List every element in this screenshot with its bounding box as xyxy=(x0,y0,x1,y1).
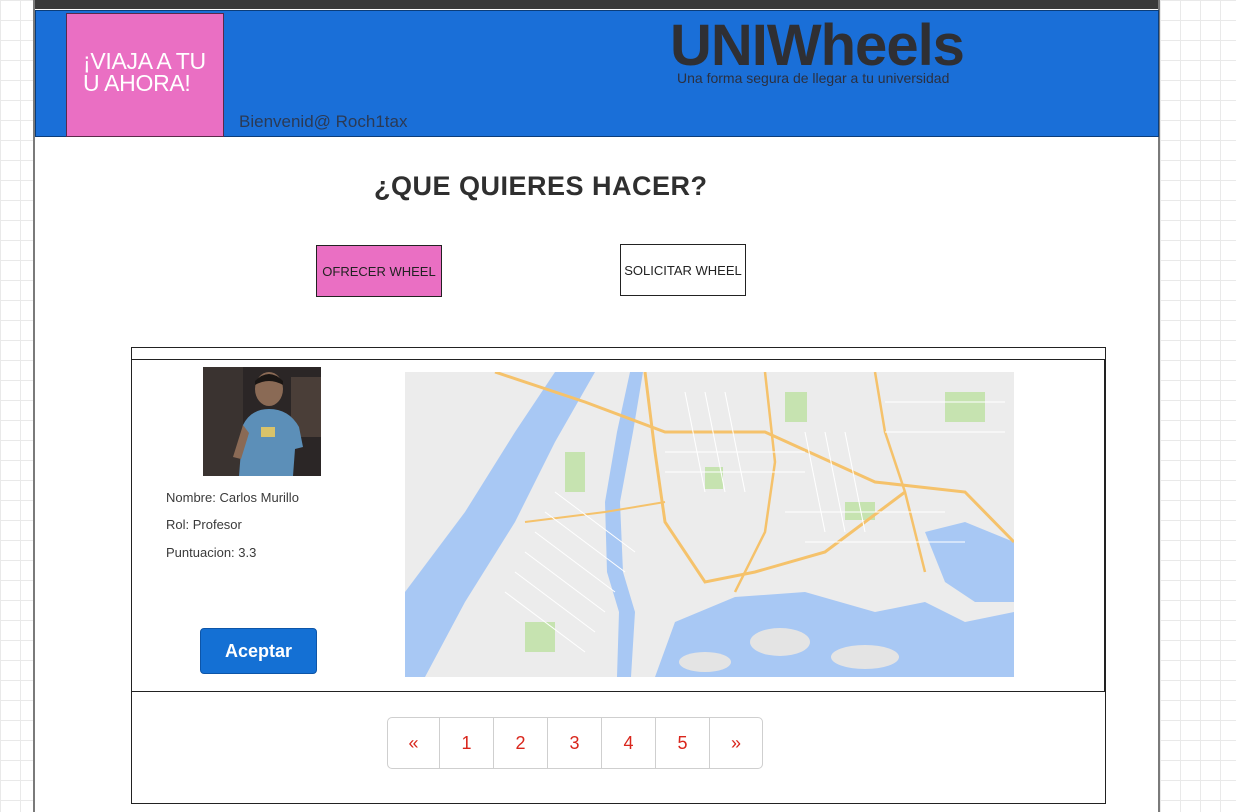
route-map[interactable] xyxy=(405,370,1016,677)
promo-text: ¡VIAJA A TU U AHORA! xyxy=(83,48,206,96)
accept-button[interactable]: Aceptar xyxy=(200,628,317,674)
pagination-page-3[interactable]: 3 xyxy=(548,718,602,768)
top-bar xyxy=(35,0,1158,9)
welcome-message: Bienvenid@ Roch1tax xyxy=(239,112,408,131)
site-header: ¡VIAJA A TU U AHORA! Bienvenid@ Roch1tax… xyxy=(35,10,1159,137)
pagination-prev[interactable]: « xyxy=(388,718,440,768)
brand-subtitle: Una forma segura de llegar a tu universi… xyxy=(677,70,950,86)
driver-score: Puntuacion: 3.3 xyxy=(166,545,257,560)
ride-card-body: Nombre: Carlos Murillo Rol: Profesor Pun… xyxy=(132,359,1106,692)
driver-role: Rol: Profesor xyxy=(166,517,242,532)
pagination-page-4[interactable]: 4 xyxy=(602,718,656,768)
promo-banner[interactable]: ¡VIAJA A TU U AHORA! xyxy=(66,13,224,137)
ride-card: Nombre: Carlos Murillo Rol: Profesor Pun… xyxy=(131,347,1106,804)
request-wheel-button[interactable]: SOLICITAR WHEEL xyxy=(620,244,746,296)
offer-wheel-button[interactable]: OFRECER WHEEL xyxy=(316,245,442,297)
driver-avatar xyxy=(203,367,321,476)
pagination-next[interactable]: » xyxy=(710,718,762,768)
driver-name: Nombre: Carlos Murillo xyxy=(166,490,299,505)
page-container: ¡VIAJA A TU U AHORA! Bienvenid@ Roch1tax… xyxy=(33,0,1160,812)
pagination-page-5[interactable]: 5 xyxy=(656,718,710,768)
pagination: « 1 2 3 4 5 » xyxy=(387,717,763,769)
pagination-page-2[interactable]: 2 xyxy=(494,718,548,768)
pagination-page-1[interactable]: 1 xyxy=(440,718,494,768)
page-question: ¿QUE QUIERES HACER? xyxy=(374,171,708,201)
